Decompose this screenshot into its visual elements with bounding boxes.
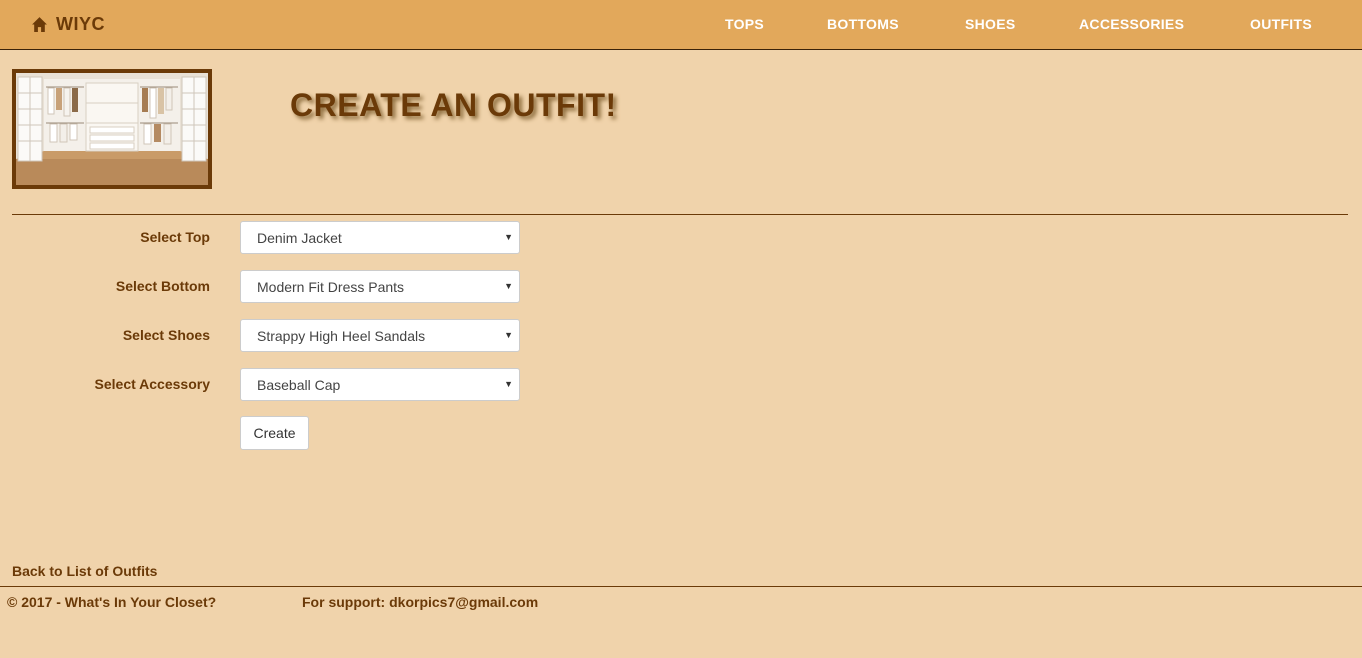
footer-copyright: © 2017 - What's In Your Closet? [7, 594, 217, 610]
select-bottom-value: Modern Fit Dress Pants [257, 278, 405, 295]
caret-down-icon: ▼ [504, 330, 513, 340]
select-bottom-label: Select Bottom [115, 278, 210, 294]
select-bottom[interactable]: Modern Fit Dress Pants ▼ [240, 270, 520, 303]
support-email: dkorpics7@gmail.com [389, 594, 539, 610]
select-top-label: Select Top [140, 229, 210, 245]
nav-outfits[interactable]: OUTFITS [1250, 16, 1312, 32]
support-label: For support: [302, 594, 386, 610]
select-accessory[interactable]: Baseball Cap ▼ [240, 368, 520, 401]
nav-tops[interactable]: TOPS [725, 16, 764, 32]
select-top[interactable]: Denim Jacket ▼ [240, 221, 520, 254]
caret-down-icon: ▼ [504, 379, 513, 389]
nav-accessories[interactable]: ACCESSORIES [1079, 16, 1184, 32]
brand-name: WIYC [56, 14, 105, 34]
page-title: CREATE AN OUTFIT! [290, 87, 617, 123]
select-top-value: Denim Jacket [257, 229, 342, 246]
navbar: WIYC TOPS BOTTOMS SHOES ACCESSORIES OUTF… [0, 0, 1362, 50]
caret-down-icon: ▼ [504, 281, 513, 291]
select-shoes-label: Select Shoes [122, 327, 210, 343]
footer-divider [0, 586, 1362, 587]
brand-link[interactable]: WIYC [31, 14, 105, 35]
closet-photo [12, 69, 212, 189]
home-icon [31, 16, 48, 33]
divider [12, 214, 1348, 215]
footer-support: For support: dkorpics7@gmail.com [302, 594, 538, 610]
select-accessory-label: Select Accessory [94, 376, 210, 392]
select-shoes[interactable]: Strappy High Heel Sandals ▼ [240, 319, 520, 352]
create-button[interactable]: Create [240, 416, 309, 450]
back-to-outfits-link[interactable]: Back to List of Outfits [12, 563, 157, 579]
select-shoes-value: Strappy High Heel Sandals [257, 327, 426, 344]
select-accessory-value: Baseball Cap [257, 376, 341, 393]
nav-bottoms[interactable]: BOTTOMS [827, 16, 899, 32]
caret-down-icon: ▼ [504, 232, 513, 242]
nav-shoes[interactable]: SHOES [965, 16, 1016, 32]
